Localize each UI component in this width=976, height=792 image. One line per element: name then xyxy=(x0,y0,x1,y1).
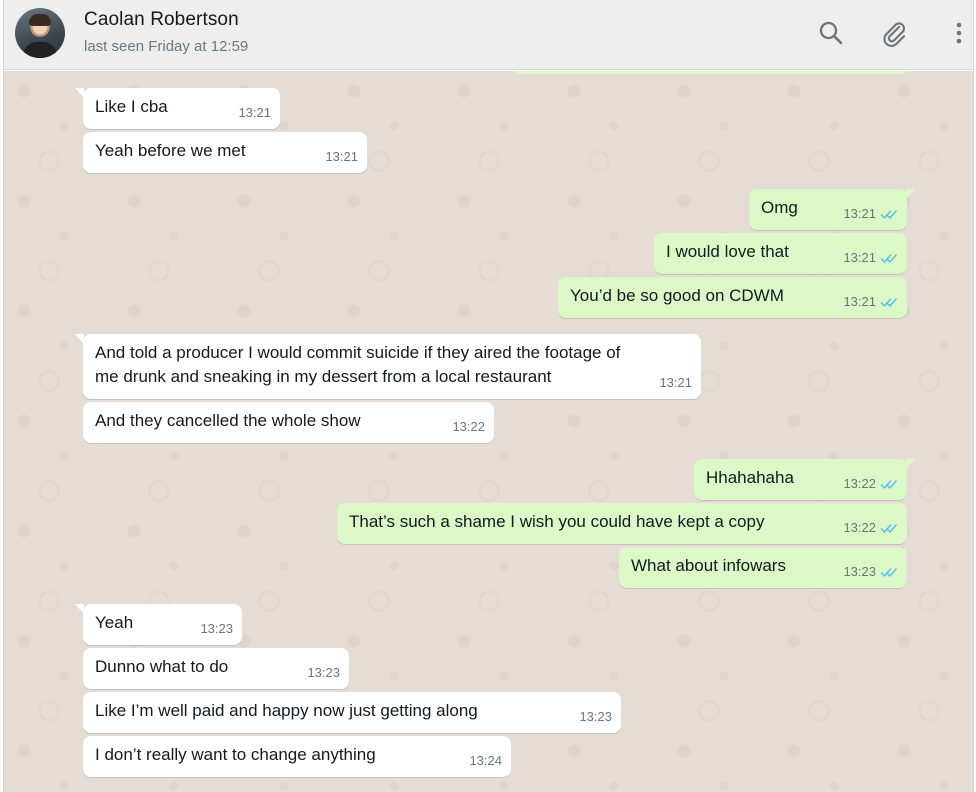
read-receipt-icon xyxy=(880,254,898,264)
contact-avatar[interactable] xyxy=(15,8,65,58)
message-incoming[interactable]: Yeah before we met 13:21 xyxy=(83,132,367,173)
chat-window: Caolan Robertson last seen Friday at 12:… xyxy=(3,0,974,792)
message-incoming[interactable]: Like I’m well paid and happy now just ge… xyxy=(83,692,621,733)
bubble-tail xyxy=(906,459,915,469)
message-time: 13:22 xyxy=(843,476,876,491)
message-outgoing[interactable]: Omg 13:21 xyxy=(749,189,915,230)
message-text: Like I’m well paid and happy now just ge… xyxy=(95,701,478,720)
message-incoming[interactable]: Dunno what to do 13:23 xyxy=(83,648,349,689)
bubble-tail xyxy=(75,334,84,344)
message-text: That’s such a shame I wish you could hav… xyxy=(349,512,765,531)
read-receipt-icon xyxy=(880,298,898,308)
message-incoming[interactable]: And they cancelled the whole show 13:22 xyxy=(83,402,494,443)
message-text: Dunno what to do xyxy=(95,657,229,676)
bubble-tail xyxy=(906,189,915,199)
message-time: 13:23 xyxy=(200,621,233,636)
message-text-line-2: me drunk and sneaking in my dessert from… xyxy=(95,367,552,386)
message-outgoing[interactable]: You’d be so good on CDWM 13:21 xyxy=(558,277,907,318)
message-text-line-1: And told a producer I would commit suici… xyxy=(95,343,621,362)
message-outgoing[interactable]: I would love that 13:21 xyxy=(654,233,907,274)
message-time: 13:23 xyxy=(579,709,612,724)
message-outgoing[interactable]: Hhahahaha 13:22 xyxy=(694,459,915,500)
message-time: 13:23 xyxy=(843,564,876,579)
message-incoming[interactable]: Like I cba 13:21 xyxy=(75,88,280,129)
last-seen-status: last seen Friday at 12:59 xyxy=(84,38,249,55)
contact-name[interactable]: Caolan Robertson xyxy=(84,9,239,31)
message-time: 13:21 xyxy=(843,206,876,221)
message-time: 13:22 xyxy=(843,520,876,535)
message-incoming[interactable]: Yeah 13:23 xyxy=(75,604,242,645)
chat-header: Caolan Robertson last seen Friday at 12:… xyxy=(4,0,973,70)
read-receipt-icon xyxy=(880,210,898,220)
message-text: Yeah before we met xyxy=(95,141,246,160)
attach-icon[interactable] xyxy=(879,18,909,48)
read-receipt-icon xyxy=(880,568,898,578)
message-time: 13:21 xyxy=(659,375,692,390)
message-time: 13:23 xyxy=(307,665,340,680)
message-time: 13:22 xyxy=(452,419,485,434)
message-text: I don’t really want to change anything xyxy=(95,745,376,764)
avatar-body xyxy=(23,42,57,58)
message-outgoing[interactable]: What about infowars 13:23 xyxy=(619,547,907,588)
message-incoming[interactable]: I don’t really want to change anything 1… xyxy=(83,736,511,777)
message-incoming[interactable]: And told a producer I would commit suici… xyxy=(75,334,701,399)
read-receipt-icon xyxy=(880,524,898,534)
message-text: And they cancelled the whole show xyxy=(95,411,361,430)
message-time: 13:21 xyxy=(843,250,876,265)
previous-message-edge xyxy=(516,71,906,74)
avatar-hair xyxy=(29,14,51,26)
message-time: 13:21 xyxy=(843,294,876,309)
menu-icon[interactable] xyxy=(944,18,973,48)
message-time: 13:21 xyxy=(238,105,271,120)
search-icon[interactable] xyxy=(816,18,846,48)
bubble-tail xyxy=(75,604,84,614)
read-receipt-icon xyxy=(880,480,898,490)
bubble-tail xyxy=(75,88,84,98)
message-time: 13:24 xyxy=(469,753,502,768)
message-outgoing[interactable]: That’s such a shame I wish you could hav… xyxy=(337,503,907,544)
message-time: 13:21 xyxy=(325,149,358,164)
